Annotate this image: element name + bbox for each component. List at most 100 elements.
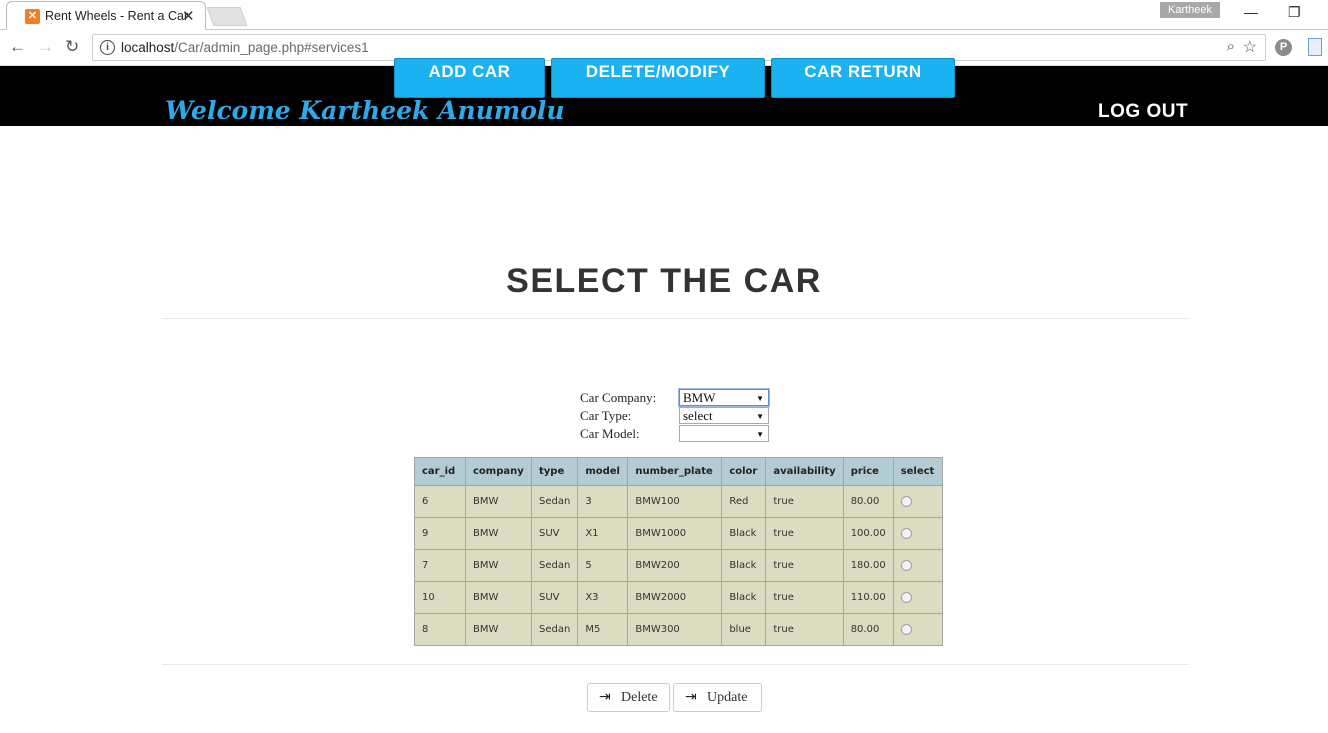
select-radio[interactable] [900, 623, 912, 635]
reload-icon[interactable]: ↻ [65, 37, 79, 57]
info-icon[interactable]: i [100, 40, 115, 55]
delete-modify-button[interactable]: DELETE/MODIFY [551, 58, 765, 98]
cell-car-id: 7 [414, 549, 466, 582]
cell-type: Sedan [530, 549, 579, 582]
chevron-down-icon: ▼ [756, 394, 764, 403]
cell-number-plate: BMW200 [627, 549, 723, 582]
cell-availability: true [765, 517, 844, 550]
cell-select [892, 485, 943, 518]
welcome-text: Welcome Kartheek Anumolu [165, 96, 565, 125]
cell-select [892, 581, 943, 614]
cell-car-id: 9 [414, 517, 466, 550]
cell-company: BMW [465, 517, 532, 550]
cell-availability: true [765, 613, 844, 646]
minimize-icon[interactable]: — [1244, 4, 1258, 20]
url-text: localhost/Car/admin_page.php#services1 [121, 40, 369, 55]
cell-car-id: 6 [414, 485, 466, 518]
browser-tab-strip: ✕ Rent Wheels - Rent a Car ✕ Kartheek — … [0, 0, 1328, 30]
cell-price: 80.00 [842, 485, 894, 518]
company-label: Car Company: [580, 390, 657, 405]
col-availability: availability [765, 457, 844, 486]
type-select[interactable]: select ▼ [679, 407, 769, 424]
cell-availability: true [765, 549, 844, 582]
cell-type: Sedan [530, 613, 579, 646]
cell-select [892, 613, 943, 646]
col-car-id: car_id [414, 457, 466, 486]
cell-availability: true [765, 485, 844, 518]
url-input[interactable]: i localhost/Car/admin_page.php#services1… [92, 34, 1266, 61]
site-header: ADD CAR DELETE/MODIFY CAR RETURN Welcome… [0, 58, 1328, 126]
col-color: color [721, 457, 767, 486]
delete-button[interactable]: ⇥ Delete [587, 683, 670, 712]
col-select: select [892, 457, 943, 486]
company-select[interactable]: BMW ▼ [679, 389, 769, 406]
table-row: 9 BMW SUV X1 BMW1000 Black true 100.00 [414, 517, 943, 550]
table-header-row: car_id company type model number_plate c… [414, 457, 943, 486]
select-radio[interactable] [900, 591, 912, 603]
update-button[interactable]: ⇥ Update [673, 683, 762, 712]
model-select[interactable]: ▼ [679, 425, 769, 442]
tab-close-icon[interactable]: ✕ [182, 7, 195, 25]
cell-price: 100.00 [842, 517, 894, 550]
cell-color: Red [721, 485, 767, 518]
extension-p-icon[interactable]: P [1275, 39, 1292, 56]
page-title: SELECT THE CAR [506, 262, 822, 300]
cell-number-plate: BMW100 [627, 485, 723, 518]
cell-price: 180.00 [842, 549, 894, 582]
restore-icon[interactable]: ❐ [1288, 4, 1301, 21]
cars-table: car_id company type model number_plate c… [414, 457, 943, 646]
logout-link[interactable]: LOG OUT [1098, 101, 1188, 123]
cell-type: SUV [530, 581, 579, 614]
update-label: Update [707, 690, 748, 705]
cell-availability: true [765, 581, 844, 614]
add-car-button[interactable]: ADD CAR [394, 58, 545, 98]
cell-price: 80.00 [842, 613, 894, 646]
cell-price: 110.00 [842, 581, 894, 614]
cell-type: Sedan [530, 485, 579, 518]
cell-number-plate: BMW1000 [627, 517, 723, 550]
chevron-down-icon: ▼ [756, 430, 764, 439]
back-arrow-icon[interactable]: ← [9, 37, 26, 57]
car-return-button[interactable]: CAR RETURN [771, 58, 955, 98]
sign-in-icon: ⇥ [685, 689, 697, 705]
new-tab-button[interactable] [206, 7, 248, 26]
sign-in-icon: ⇥ [599, 689, 611, 705]
select-radio[interactable] [900, 495, 912, 507]
col-price: price [842, 457, 894, 486]
col-company: company [465, 457, 532, 486]
bookmark-star-icon[interactable]: ☆ [1243, 37, 1257, 57]
cell-color: Black [721, 517, 767, 550]
cell-model: 5 [577, 549, 629, 582]
tab-title: Rent Wheels - Rent a Car [45, 9, 189, 23]
cell-number-plate: BMW300 [627, 613, 723, 646]
cell-color: Black [721, 549, 767, 582]
cell-color: Black [721, 581, 767, 614]
cell-car-id: 10 [414, 581, 466, 614]
cell-company: BMW [465, 485, 532, 518]
extension-doc-icon[interactable] [1308, 38, 1322, 56]
model-label: Car Model: [580, 426, 640, 441]
forward-arrow-icon[interactable]: → [37, 37, 54, 57]
divider-top [162, 318, 1189, 319]
cell-model: 3 [577, 485, 629, 518]
cell-company: BMW [465, 549, 532, 582]
cell-color: blue [721, 613, 767, 646]
select-radio[interactable] [900, 527, 912, 539]
cell-car-id: 8 [414, 613, 466, 646]
cell-model: X3 [577, 581, 629, 614]
table-row: 10 BMW SUV X3 BMW2000 Black true 110.00 [414, 581, 943, 614]
profile-badge[interactable]: Kartheek [1160, 2, 1220, 18]
cell-model: X1 [577, 517, 629, 550]
chevron-down-icon: ▼ [756, 412, 764, 421]
browser-tab[interactable]: ✕ Rent Wheels - Rent a Car ✕ [6, 1, 206, 30]
type-label: Car Type: [580, 408, 632, 423]
cell-select [892, 549, 943, 582]
col-model: model [577, 457, 629, 486]
cell-company: BMW [465, 613, 532, 646]
table-row: 8 BMW Sedan M5 BMW300 blue true 80.00 [414, 613, 943, 646]
cell-type: SUV [530, 517, 579, 550]
zoom-icon[interactable]: ⌕ [1227, 38, 1235, 55]
cell-model: M5 [577, 613, 629, 646]
divider-bottom [162, 664, 1189, 665]
select-radio[interactable] [900, 559, 912, 571]
